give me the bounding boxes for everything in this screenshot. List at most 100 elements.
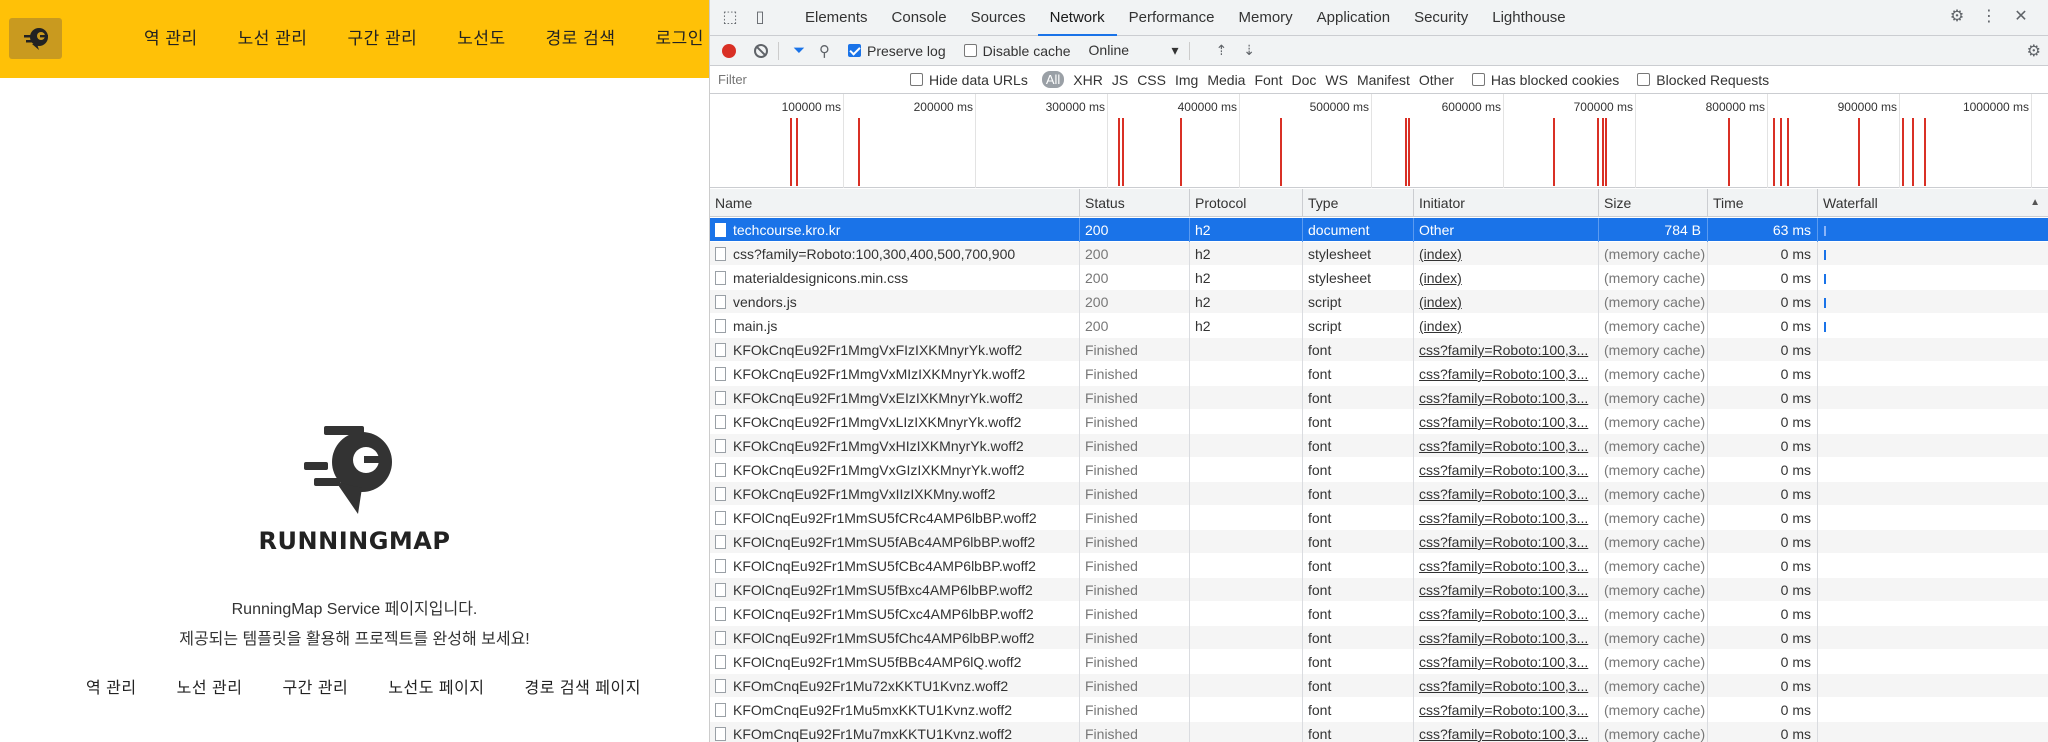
cell-initiator[interactable]: css?family=Roboto:100,3... <box>1414 410 1599 434</box>
request-row[interactable]: main.js 200 h2 script (index) (memory cache) 0… <box>710 314 2048 338</box>
request-row[interactable]: KFOlCnqEu92Fr1MmSU5fABc4AMP6lbBP.woff2 Fi… <box>710 530 2048 554</box>
cell-initiator[interactable]: css?family=Roboto:100,3... <box>1414 482 1599 506</box>
column-header-waterfall[interactable]: Waterfall ▲ <box>1818 189 2048 217</box>
devtools-tab-application[interactable]: Application <box>1305 0 1402 36</box>
cell-initiator[interactable]: css?family=Roboto:100,3... <box>1414 554 1599 578</box>
cell-initiator[interactable]: css?family=Roboto:100,3... <box>1414 578 1599 602</box>
filter-type-doc[interactable]: Doc <box>1291 72 1316 88</box>
page-link[interactable]: 역 관리 <box>86 674 137 698</box>
network-overview-timeline[interactable]: 100000 ms 200000 ms 300000 ms 400000 ms 5000… <box>710 94 2048 188</box>
nav-link[interactable]: 역 관리 <box>124 0 218 78</box>
cell-initiator[interactable]: css?family=Roboto:100,3... <box>1414 362 1599 386</box>
filter-type-font[interactable]: Font <box>1254 72 1282 88</box>
export-har-icon[interactable]: ⇣ <box>1243 42 1255 59</box>
request-row[interactable]: techcourse.kro.kr 200 h2 document Other 784 B… <box>710 218 2048 242</box>
page-link[interactable]: 노선 관리 <box>177 674 243 698</box>
filter-type-img[interactable]: Img <box>1175 72 1198 88</box>
cell-initiator[interactable]: css?family=Roboto:100,3... <box>1414 626 1599 650</box>
column-header-size[interactable]: Size <box>1599 189 1708 217</box>
request-row[interactable]: KFOkCnqEu92Fr1MmgVxMIzIXKMnyrYk.woff2 Fin… <box>710 362 2048 386</box>
nav-link[interactable]: 경로 검색 <box>526 0 636 78</box>
nav-link[interactable]: 노선도 <box>437 0 525 78</box>
filter-type-other[interactable]: Other <box>1419 72 1454 88</box>
devtools-tab-console[interactable]: Console <box>880 0 959 36</box>
devtools-tab-security[interactable]: Security <box>1402 0 1480 36</box>
request-row[interactable]: KFOmCnqEu92Fr1Mu7mxKKTU1Kvnz.woff2 Finish… <box>710 722 2048 742</box>
devtools-tab-elements[interactable]: Elements <box>793 0 880 36</box>
request-row[interactable]: KFOmCnqEu92Fr1Mu5mxKKTU1Kvnz.woff2 Finish… <box>710 698 2048 722</box>
cell-initiator[interactable]: css?family=Roboto:100,3... <box>1414 386 1599 410</box>
cell-initiator[interactable]: (index) <box>1414 266 1599 290</box>
column-header-name[interactable]: Name <box>710 189 1080 217</box>
request-row[interactable]: KFOlCnqEu92Fr1MmSU5fBxc4AMP6lbBP.woff2 Fi… <box>710 578 2048 602</box>
column-header-time[interactable]: Time <box>1708 189 1818 217</box>
page-link[interactable]: 경로 검색 페이지 <box>525 674 641 698</box>
filter-type-xhr[interactable]: XHR <box>1073 72 1103 88</box>
device-toolbar-icon[interactable]: ▯ <box>750 8 770 28</box>
cell-initiator[interactable]: css?family=Roboto:100,3... <box>1414 530 1599 554</box>
request-row[interactable]: KFOlCnqEu92Fr1MmSU5fChc4AMP6lbBP.woff2 Fi… <box>710 626 2048 650</box>
cell-initiator[interactable]: css?family=Roboto:100,3... <box>1414 434 1599 458</box>
devtools-tab-lighthouse[interactable]: Lighthouse <box>1480 0 1577 36</box>
page-link[interactable]: 노선도 페이지 <box>388 674 484 698</box>
blocked-requests-checkbox[interactable]: Blocked Requests <box>1637 72 1769 88</box>
nav-link[interactable]: 노선 관리 <box>218 0 328 78</box>
request-row[interactable]: materialdesignicons.min.css 200 h2 styleshe… <box>710 266 2048 290</box>
request-row[interactable]: KFOmCnqEu92Fr1Mu72xKKTU1Kvnz.woff2 Finish… <box>710 674 2048 698</box>
runningmap-logo-icon[interactable] <box>9 18 62 59</box>
throttling-select[interactable]: Online ▾ <box>1089 42 1179 59</box>
request-row[interactable]: KFOlCnqEu92Fr1MmSU5fBBc4AMP6lQ.woff2 Fini… <box>710 650 2048 674</box>
more-options-icon[interactable]: ⋮ <box>1979 7 1999 27</box>
cell-initiator[interactable]: css?family=Roboto:100,3... <box>1414 650 1599 674</box>
cell-initiator[interactable]: (index) <box>1414 242 1599 266</box>
request-row[interactable]: KFOkCnqEu92Fr1MmgVxGIzIXKMnyrYk.woff2 Fin… <box>710 458 2048 482</box>
column-header-status[interactable]: Status <box>1080 189 1190 217</box>
disable-cache-checkbox[interactable]: Disable cache <box>963 43 1071 59</box>
column-header-protocol[interactable]: Protocol <box>1190 189 1303 217</box>
request-row[interactable]: KFOkCnqEu92Fr1MmgVxFIzIXKMnyrYk.woff2 Fin… <box>710 338 2048 362</box>
request-row[interactable]: KFOlCnqEu92Fr1MmSU5fCBc4AMP6lbBP.woff2 Fi… <box>710 554 2048 578</box>
filter-type-all[interactable]: All <box>1041 71 1065 88</box>
cell-initiator[interactable]: (index) <box>1414 290 1599 314</box>
cell-initiator[interactable]: (index) <box>1414 314 1599 338</box>
cell-initiator[interactable]: css?family=Roboto:100,3... <box>1414 674 1599 698</box>
devtools-tab-performance[interactable]: Performance <box>1117 0 1227 36</box>
filter-type-ws[interactable]: WS <box>1325 72 1348 88</box>
network-settings-gear-icon[interactable]: ⚙ <box>2027 41 2041 61</box>
hide-data-urls-checkbox[interactable]: Hide data URLs <box>910 72 1028 88</box>
cell-initiator[interactable]: css?family=Roboto:100,3... <box>1414 458 1599 482</box>
request-row[interactable]: KFOlCnqEu92Fr1MmSU5fCxc4AMP6lbBP.woff2 Fi… <box>710 602 2048 626</box>
request-row[interactable]: KFOkCnqEu92Fr1MmgVxHIzIXKMnyrYk.woff2 Fin… <box>710 434 2048 458</box>
preserve-log-checkbox[interactable]: Preserve log <box>848 43 946 59</box>
filter-type-manifest[interactable]: Manifest <box>1357 72 1410 88</box>
filter-funnel-icon[interactable]: ⏷ <box>793 42 805 59</box>
column-header-type[interactable]: Type <box>1303 189 1414 217</box>
column-header-initiator[interactable]: Initiator <box>1414 189 1599 217</box>
devtools-tab-memory[interactable]: Memory <box>1227 0 1305 36</box>
filter-type-media[interactable]: Media <box>1207 72 1245 88</box>
request-row[interactable]: vendors.js 200 h2 script (index) (memory cach… <box>710 290 2048 314</box>
nav-link[interactable]: 로그인 <box>635 0 709 78</box>
devtools-tab-network[interactable]: Network <box>1037 0 1117 36</box>
filter-type-js[interactable]: JS <box>1112 72 1128 88</box>
cell-initiator[interactable]: css?family=Roboto:100,3... <box>1414 722 1599 742</box>
has-blocked-cookies-checkbox[interactable]: Has blocked cookies <box>1471 72 1619 88</box>
filter-input[interactable] <box>716 69 902 90</box>
cell-initiator[interactable]: css?family=Roboto:100,3... <box>1414 698 1599 722</box>
clear-button-icon[interactable] <box>754 43 768 58</box>
search-icon[interactable]: ⚲ <box>819 42 830 60</box>
settings-gear-icon[interactable]: ⚙ <box>1947 7 1967 27</box>
request-row[interactable]: KFOlCnqEu92Fr1MmSU5fCRc4AMP6lbBP.woff2 Fi… <box>710 506 2048 530</box>
record-button-icon[interactable] <box>722 43 736 58</box>
request-row[interactable]: KFOkCnqEu92Fr1MmgVxIIzIXKMny.woff2 Finish… <box>710 482 2048 506</box>
cell-initiator[interactable]: css?family=Roboto:100,3... <box>1414 338 1599 362</box>
filter-type-css[interactable]: CSS <box>1137 72 1166 88</box>
devtools-tab-sources[interactable]: Sources <box>959 0 1038 36</box>
close-icon[interactable]: ✕ <box>2011 7 2031 27</box>
inspect-element-icon[interactable]: ⬚ <box>720 8 740 28</box>
nav-link[interactable]: 구간 관리 <box>327 0 437 78</box>
page-link[interactable]: 구간 관리 <box>282 674 348 698</box>
cell-initiator[interactable]: css?family=Roboto:100,3... <box>1414 602 1599 626</box>
request-row[interactable]: KFOkCnqEu92Fr1MmgVxEIzIXKMnyrYk.woff2 Fin… <box>710 386 2048 410</box>
cell-initiator[interactable]: css?family=Roboto:100,3... <box>1414 506 1599 530</box>
